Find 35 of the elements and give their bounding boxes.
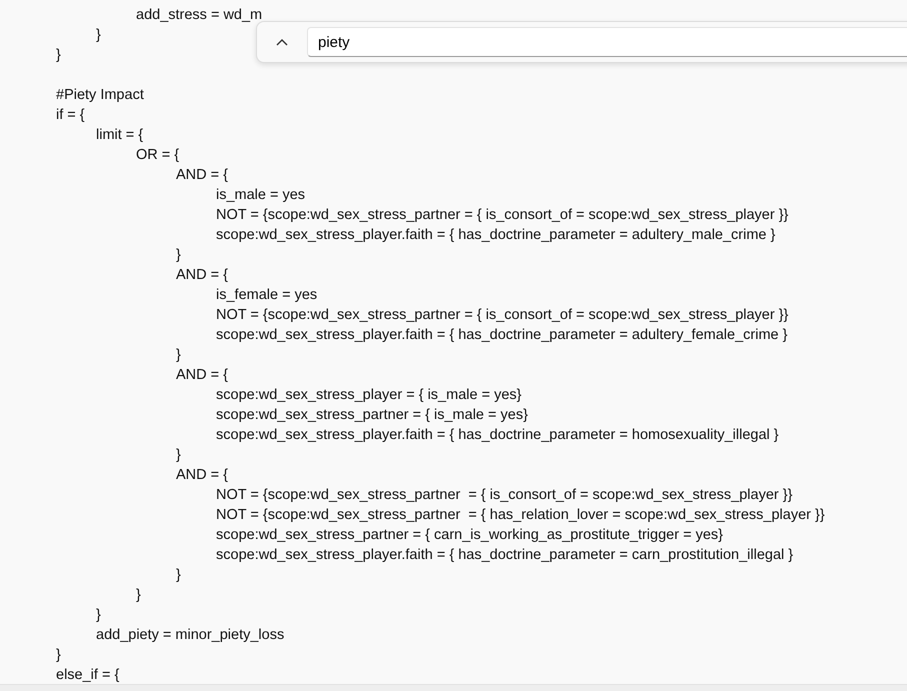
code-line: scope:wd_sex_stress_partner = { carn_is_working_as_prostitute_trigger = yes} — [216, 527, 723, 543]
code-line: scope:wd_sex_stress_player = { is_male = yes} — [216, 387, 522, 403]
chevron-up-icon — [276, 38, 288, 46]
code-line: #Piety Impact — [56, 87, 144, 103]
code-line: AND = { — [176, 267, 228, 283]
code-line: add_stress = wd_m — [136, 7, 262, 23]
code-line: } — [96, 27, 101, 43]
code-line: } — [96, 607, 101, 623]
code-line: else_if = { — [56, 667, 120, 683]
code-line: limit = { — [96, 127, 144, 143]
code-line: scope:wd_sex_stress_partner = { is_male = yes} — [216, 407, 528, 423]
code-line: add_piety = minor_piety_loss — [96, 627, 284, 643]
code-line: is_female = yes — [216, 287, 318, 303]
code-line: if = { — [56, 107, 85, 123]
code-line: AND = { — [176, 467, 228, 483]
code-line: } — [176, 447, 181, 463]
code-line: scope:wd_sex_stress_player.faith = { has_doctrine_parameter = adultery_female_crime } — [216, 327, 788, 343]
code-line: scope:wd_sex_stress_player.faith = { has_doctrine_parameter = homosexuality_illegal } — [216, 427, 779, 443]
code-line: scope:wd_sex_stress_player.faith = { has_doctrine_parameter = carn_prostitution_illegal } — [216, 547, 794, 563]
code-line: } — [56, 47, 61, 63]
code-line: } — [176, 567, 181, 583]
code-line: AND = { — [176, 367, 228, 383]
search-field[interactable]: piety — [307, 27, 907, 57]
code-line: scope:wd_sex_stress_player.faith = { has_doctrine_parameter = adultery_male_crime } — [216, 227, 776, 243]
code-line: } — [176, 347, 181, 363]
code-line: is_male = yes — [216, 187, 306, 203]
code-line: } — [176, 247, 181, 263]
code-line: NOT = {scope:wd_sex_stress_partner = { has_relation_lover = scope:wd_sex_stress_player }} — [216, 507, 825, 523]
code-line: NOT = {scope:wd_sex_stress_partner = { is_consort_of = scope:wd_sex_stress_player }} — [216, 487, 792, 503]
code-line: NOT = {scope:wd_sex_stress_partner = { is_consort_of = scope:wd_sex_stress_player }} — [216, 307, 788, 323]
code-line: AND = { — [176, 167, 228, 183]
code-line: } — [136, 587, 141, 603]
code-line: OR = { — [136, 147, 180, 163]
code-line: } — [56, 647, 61, 663]
code-line: NOT = {scope:wd_sex_stress_partner = { is_consort_of = scope:wd_sex_stress_player }} — [216, 207, 788, 223]
